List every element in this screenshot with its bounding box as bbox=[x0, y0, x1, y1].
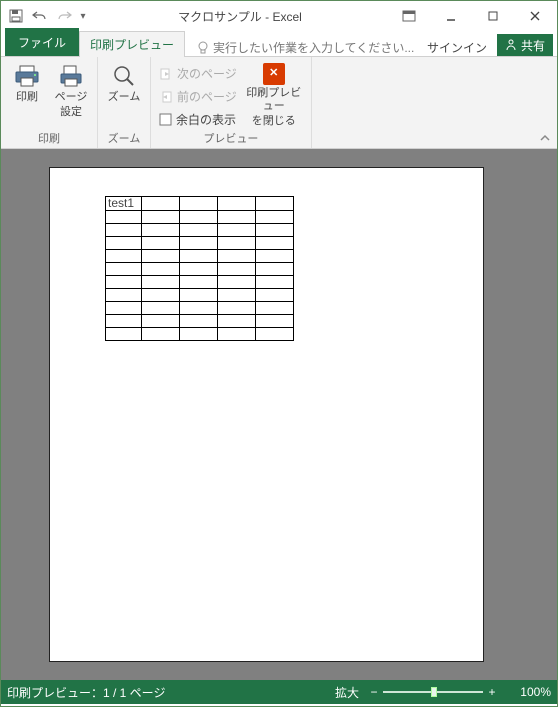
print-label: 印刷 bbox=[16, 91, 38, 104]
table-row bbox=[106, 302, 294, 315]
close-window-button[interactable] bbox=[517, 4, 553, 28]
print-button[interactable]: 印刷 bbox=[7, 59, 47, 104]
table-row bbox=[106, 315, 294, 328]
ribbon: 印刷 ページ 設定 印刷 ズーム ズーム bbox=[1, 57, 557, 149]
close-icon: ✕ bbox=[263, 63, 285, 85]
collapse-ribbon-button[interactable] bbox=[533, 57, 557, 148]
redo-button[interactable] bbox=[53, 5, 75, 27]
table-row bbox=[106, 237, 294, 250]
zoom-slider-thumb[interactable] bbox=[431, 687, 437, 697]
status-page-info: 印刷プレビュー：1 / 1 ページ bbox=[7, 684, 165, 701]
zoom-slider[interactable]: − + bbox=[367, 685, 499, 699]
page-setup-button[interactable]: ページ 設定 bbox=[51, 59, 91, 119]
table-row bbox=[106, 289, 294, 302]
page-setup-icon bbox=[57, 63, 85, 89]
title-bar: ▾ マクロサンプル - Excel bbox=[1, 1, 557, 31]
next-page-label: 次のページ bbox=[177, 65, 237, 82]
tell-me-box[interactable]: 実行したい作業を入力してください... bbox=[185, 39, 417, 56]
zoom-out-button[interactable]: − bbox=[367, 685, 381, 699]
group-print: 印刷 ページ 設定 印刷 bbox=[1, 57, 98, 148]
sheet-preview-table: test1 bbox=[105, 196, 294, 341]
close-label-2: を閉じる bbox=[252, 115, 296, 128]
next-page-icon bbox=[159, 67, 173, 81]
prev-page-icon bbox=[159, 90, 173, 104]
tell-me-placeholder: 実行したい作業を入力してください... bbox=[213, 39, 414, 56]
close-preview-button[interactable]: ✕ 印刷プレビュー を閉じる bbox=[243, 59, 305, 129]
printer-icon bbox=[13, 63, 41, 89]
preview-workspace[interactable]: test1 bbox=[1, 149, 557, 680]
group-print-label: 印刷 bbox=[7, 130, 91, 148]
save-button[interactable] bbox=[5, 5, 27, 27]
qat-customize-icon[interactable]: ▾ bbox=[77, 5, 89, 27]
table-row: test1 bbox=[106, 197, 294, 211]
table-row bbox=[106, 263, 294, 276]
signin-link[interactable]: サインイン bbox=[417, 39, 497, 56]
zoom-in-button[interactable]: + bbox=[485, 685, 499, 699]
status-bar: 印刷プレビュー：1 / 1 ページ 拡大 − + 100% bbox=[1, 680, 557, 704]
table-row bbox=[106, 328, 294, 341]
minimize-button[interactable] bbox=[433, 4, 469, 28]
group-zoom-label: ズーム bbox=[104, 130, 144, 148]
window-controls bbox=[391, 4, 553, 28]
zoom-slider-track[interactable] bbox=[383, 691, 483, 693]
show-margins-label: 余白の表示 bbox=[176, 111, 236, 128]
prev-page-button: 前のページ bbox=[157, 86, 239, 107]
checkbox-icon bbox=[159, 113, 172, 126]
share-button[interactable]: 共有 bbox=[497, 34, 553, 56]
group-zoom: ズーム ズーム bbox=[98, 57, 151, 148]
preview-page: test1 bbox=[49, 167, 484, 662]
tab-print-preview[interactable]: 印刷プレビュー bbox=[79, 31, 185, 57]
table-row bbox=[106, 211, 294, 224]
ribbon-tabs: ファイル 印刷プレビュー 実行したい作業を入力してください... サインイン 共… bbox=[1, 31, 557, 57]
share-icon bbox=[505, 39, 517, 51]
prev-page-label: 前のページ bbox=[177, 88, 237, 105]
magnifier-icon bbox=[110, 63, 138, 89]
table-row bbox=[106, 250, 294, 263]
ribbon-display-options-button[interactable] bbox=[391, 4, 427, 28]
table-row bbox=[106, 276, 294, 289]
page-setup-label-1: ページ bbox=[55, 91, 88, 104]
share-label: 共有 bbox=[521, 37, 545, 54]
group-preview-label: プレビュー bbox=[157, 130, 305, 148]
zoom-percent[interactable]: 100% bbox=[507, 685, 551, 699]
group-preview: 次のページ 前のページ 余白の表示 ✕ 印刷プレビュー bbox=[151, 57, 312, 148]
zoom-button[interactable]: ズーム bbox=[104, 59, 144, 104]
tab-file[interactable]: ファイル bbox=[5, 28, 79, 56]
maximize-button[interactable] bbox=[475, 4, 511, 28]
undo-button[interactable] bbox=[29, 5, 51, 27]
cell-a1: test1 bbox=[106, 197, 142, 211]
close-label-1: 印刷プレビュー bbox=[243, 87, 305, 113]
page-setup-label-2: 設定 bbox=[60, 106, 82, 119]
zoom-label: ズーム bbox=[108, 91, 141, 104]
show-margins-checkbox[interactable]: 余白の表示 bbox=[157, 109, 239, 130]
quick-access-toolbar: ▾ bbox=[5, 5, 89, 27]
table-row bbox=[106, 224, 294, 237]
zoom-mode-label[interactable]: 拡大 bbox=[335, 684, 359, 701]
next-page-button: 次のページ bbox=[157, 63, 239, 84]
lightbulb-icon bbox=[197, 41, 209, 55]
window-title: マクロサンプル - Excel bbox=[89, 8, 391, 25]
